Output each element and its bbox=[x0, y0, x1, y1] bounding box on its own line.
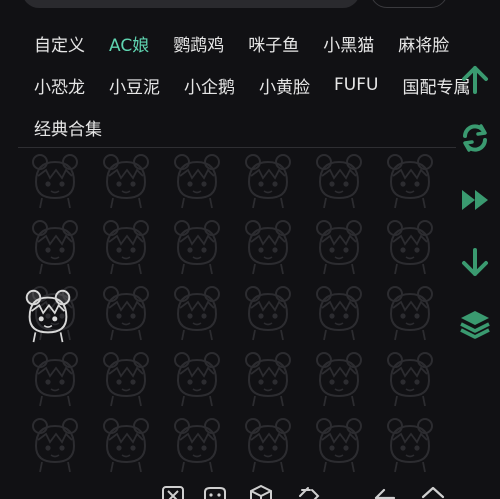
search-area bbox=[0, 0, 500, 12]
sticker-item[interactable] bbox=[237, 346, 299, 408]
scroll-top-button[interactable] bbox=[455, 60, 495, 100]
search-button[interactable] bbox=[370, 0, 448, 8]
sticker-item[interactable] bbox=[237, 280, 299, 342]
sticker-item[interactable] bbox=[379, 280, 441, 342]
clipboard-button[interactable] bbox=[296, 484, 322, 499]
arrow-up-icon bbox=[462, 66, 488, 94]
tab-row: 自定义 AC娘 鹦鹉鸡 咪子鱼 小黑猫 麻将脸 bbox=[22, 22, 452, 64]
tab-0-2[interactable]: 鹦鹉鸡 bbox=[173, 31, 224, 56]
sticker-item[interactable] bbox=[237, 214, 299, 276]
sticker-item[interactable] bbox=[237, 412, 299, 474]
sticker-item[interactable] bbox=[308, 346, 370, 408]
sticker-item[interactable] bbox=[166, 150, 228, 210]
tab-row: 小恐龙 小豆泥 小企鹅 小黄脸 FUFU 国配专属 bbox=[22, 64, 470, 106]
tab-0-4[interactable]: 小黑猫 bbox=[323, 31, 374, 56]
sticker-item-selected[interactable] bbox=[18, 284, 78, 344]
category-tabs: 自定义 AC娘 鹦鹉鸡 咪子鱼 小黑猫 麻将脸 小恐龙 小豆泥 小企鹅 小黄脸 FUFU 国配专属 经典… bbox=[22, 22, 470, 148]
sticker-item[interactable] bbox=[308, 150, 370, 210]
layers-icon bbox=[460, 311, 490, 339]
tab-1-3[interactable]: 小黄脸 bbox=[259, 73, 310, 98]
sticker-item[interactable] bbox=[308, 412, 370, 474]
sticker-item[interactable] bbox=[95, 280, 157, 342]
emoji-button[interactable] bbox=[202, 484, 228, 499]
dice-icon bbox=[250, 484, 272, 499]
back-arrow-icon bbox=[374, 488, 396, 499]
home-icon bbox=[421, 486, 445, 499]
fast-forward-button[interactable] bbox=[455, 180, 495, 220]
clipboard-icon bbox=[299, 487, 320, 499]
refresh-icon bbox=[463, 124, 487, 152]
tab-row: 经典合集 bbox=[22, 106, 452, 148]
fast-forward-icon bbox=[462, 190, 488, 210]
sticker-item[interactable] bbox=[308, 280, 370, 342]
layers-button[interactable] bbox=[455, 304, 495, 344]
sticker-item[interactable] bbox=[308, 214, 370, 276]
sticker-item[interactable] bbox=[24, 412, 86, 474]
dice-button[interactable] bbox=[248, 484, 274, 499]
tab-1-2[interactable]: 小企鹅 bbox=[184, 73, 235, 98]
kaomoji-button[interactable] bbox=[160, 484, 186, 499]
sticker-item[interactable] bbox=[379, 412, 441, 474]
bottom-toolbar bbox=[0, 480, 500, 499]
sticker-item[interactable] bbox=[24, 150, 86, 210]
sticker-grid bbox=[18, 150, 456, 480]
tab-0-1[interactable]: AC娘 bbox=[109, 31, 149, 56]
tab-2-0[interactable]: 经典合集 bbox=[34, 115, 102, 140]
arrow-down-icon bbox=[462, 248, 488, 276]
sticker-item[interactable] bbox=[24, 346, 86, 408]
sticker-item[interactable] bbox=[95, 214, 157, 276]
tab-0-5[interactable]: 麻将脸 bbox=[398, 31, 449, 56]
scroll-bottom-button[interactable] bbox=[455, 242, 495, 282]
sticker-item[interactable] bbox=[379, 150, 441, 210]
divider bbox=[18, 147, 456, 148]
sticker-item[interactable] bbox=[237, 150, 299, 210]
sticker-item[interactable] bbox=[95, 150, 157, 210]
back-button[interactable] bbox=[372, 484, 398, 499]
sticker-item[interactable] bbox=[379, 214, 441, 276]
tab-1-4[interactable]: FUFU bbox=[334, 75, 378, 95]
sticker-item[interactable] bbox=[166, 412, 228, 474]
sticker-item[interactable] bbox=[24, 214, 86, 276]
sticker-item[interactable] bbox=[379, 346, 441, 408]
tab-0-3[interactable]: 咪子鱼 bbox=[248, 31, 299, 56]
sticker-item[interactable] bbox=[95, 346, 157, 408]
kaomoji-icon bbox=[162, 486, 184, 499]
sticker-item[interactable] bbox=[95, 412, 157, 474]
tab-0-0[interactable]: 自定义 bbox=[34, 31, 85, 56]
home-button[interactable] bbox=[420, 484, 446, 499]
sticker-item[interactable] bbox=[166, 280, 228, 342]
sticker-item[interactable] bbox=[166, 346, 228, 408]
sticker-item[interactable] bbox=[166, 214, 228, 276]
tab-1-1[interactable]: 小豆泥 bbox=[109, 73, 160, 98]
tab-1-0[interactable]: 小恐龙 bbox=[34, 73, 85, 98]
search-input[interactable] bbox=[22, 0, 360, 8]
emoji-face-icon bbox=[204, 487, 226, 499]
refresh-button[interactable] bbox=[455, 118, 495, 158]
